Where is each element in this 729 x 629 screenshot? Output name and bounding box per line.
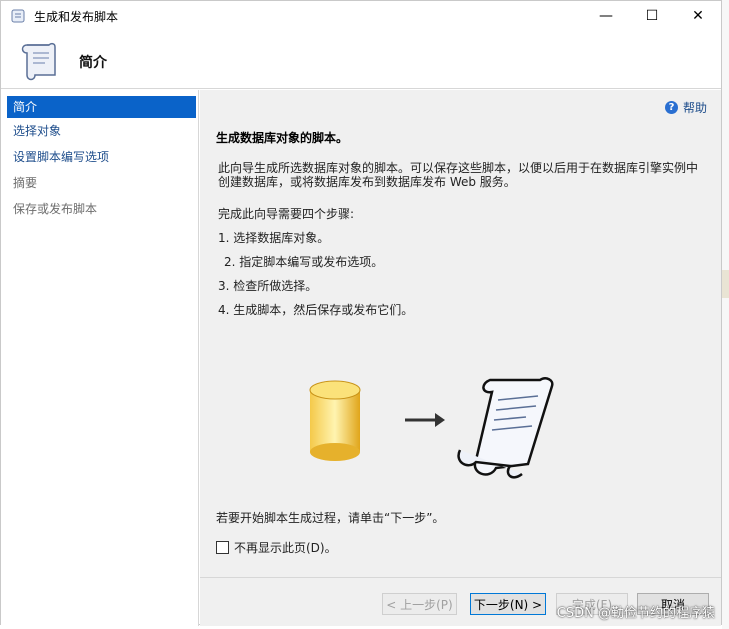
wizard-sidebar: 简介 选择对象 设置脚本编写选项 摘要 保存或发布脚本 [1, 90, 199, 626]
sidebar-item-summary: 摘要 [13, 176, 38, 190]
watermark-text: CSDN @勤俭节约的程序猿 [556, 606, 715, 621]
dont-show-again-label: 不再显示此页(D)。 [234, 541, 337, 555]
sidebar-item-save-publish: 保存或发布脚本 [13, 202, 98, 216]
page-title: 简介 [79, 55, 107, 71]
dont-show-again-checkbox[interactable] [216, 541, 229, 554]
wizard-illustration [309, 377, 554, 479]
sidebar-item-script-options[interactable]: 设置脚本编写选项 [1, 144, 198, 170]
help-label: 帮助 [682, 101, 707, 115]
background-window-edge-band [722, 270, 729, 298]
sidebar-item-intro[interactable]: 简介 [7, 96, 196, 118]
start-instruction: 若要开始脚本生成过程，请单击“下一步”。 [216, 511, 445, 525]
dont-show-again-row[interactable]: 不再显示此页(D)。 [216, 539, 337, 556]
step-item: 3. 检查所做选择。 [218, 279, 318, 293]
script-scroll-icon [457, 377, 554, 479]
window-title: 生成和发布脚本 [34, 9, 119, 24]
title-bar: 生成和发布脚本 — ☐ ✕ [1, 1, 721, 31]
database-icon [309, 380, 361, 461]
content-title: 生成数据库对象的脚本。 [216, 131, 349, 145]
sidebar-item-choose-objects[interactable]: 选择对象 [1, 118, 198, 144]
help-link[interactable]: ? 帮助 [664, 99, 707, 116]
app-scroll-icon [11, 9, 25, 23]
minimize-button[interactable]: — [583, 1, 629, 31]
step-item: 1. 选择数据库对象。 [218, 231, 330, 245]
step-item: 2. 指定脚本编写或发布选项。 [224, 255, 384, 269]
description-text: 此向导生成所选数据库对象的脚本。可以保存这些脚本，以便以后用于在数据库引擎实例中… [218, 161, 699, 189]
main-panel: ? 帮助 生成数据库对象的脚本。 此向导生成所选数据库对象的脚本。可以保存这些脚… [200, 90, 721, 577]
next-button[interactable]: 下一步(N) > [470, 593, 546, 615]
scroll-icon [21, 42, 56, 81]
arrow-right-icon [405, 413, 445, 427]
step-item: 4. 生成脚本，然后保存或发布它们。 [218, 303, 414, 317]
steps-title: 完成此向导需要四个步骤: [218, 207, 355, 221]
previous-button[interactable]: < 上一步(P) [382, 593, 457, 615]
maximize-button[interactable]: ☐ [629, 1, 675, 31]
page-header: 简介 [1, 31, 721, 89]
help-icon: ? [664, 101, 678, 114]
wizard-window: 生成和发布脚本 — ☐ ✕ 简介 简介 选择对象 设置脚本编写选项 摘要 保存或… [0, 0, 722, 626]
close-button[interactable]: ✕ [675, 1, 721, 31]
background-window-edge [722, 0, 729, 629]
